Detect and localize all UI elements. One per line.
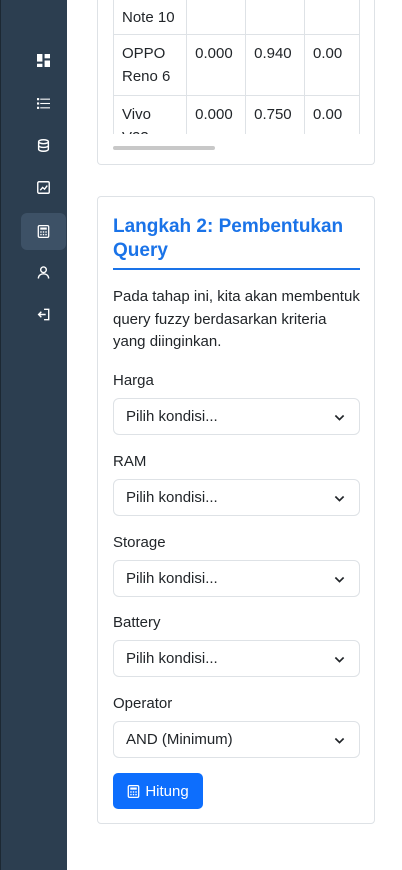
storage-label: Storage <box>113 534 166 551</box>
table-cell: 0.940 <box>245 34 306 96</box>
main-content: Note 10 OPPO Reno 6 0.000 0.940 0.00 Viv… <box>67 0 402 870</box>
query-card: Langkah 2: Pembentukan Query Pada tahap … <box>97 196 375 824</box>
chevron-down-icon <box>334 576 345 583</box>
table-row: Vivo V23 0.000 0.750 0.00 <box>113 95 360 134</box>
chart-icon <box>37 181 50 194</box>
ram-select[interactable]: Pilih kondisi... <box>113 479 360 516</box>
operator-select-value: AND (Minimum) <box>126 731 233 748</box>
chevron-down-icon <box>334 495 345 502</box>
calculator-icon <box>37 225 50 238</box>
table-cell: 0.000 <box>186 34 247 96</box>
battery-label: Battery <box>113 614 161 631</box>
storage-select[interactable]: Pilih kondisi... <box>113 560 360 597</box>
table-cell <box>304 0 360 35</box>
hitung-button[interactable]: Hitung <box>113 773 203 809</box>
table-cell: Vivo V23 <box>113 95 188 134</box>
table-cell <box>245 0 306 35</box>
harga-label: Harga <box>113 372 154 389</box>
calculator-icon <box>127 784 140 798</box>
chevron-down-icon <box>334 414 345 421</box>
results-table: Note 10 OPPO Reno 6 0.000 0.940 0.00 Viv… <box>113 0 360 134</box>
results-card: Note 10 OPPO Reno 6 0.000 0.940 0.00 Viv… <box>97 0 375 165</box>
user-icon <box>37 266 50 279</box>
nav-user[interactable] <box>21 254 66 291</box>
database-icon <box>37 139 50 152</box>
logout-icon <box>37 308 50 321</box>
nav-chart[interactable] <box>21 169 66 206</box>
table-cell: 0.750 <box>245 95 306 134</box>
results-table-wrapper[interactable]: Note 10 OPPO Reno 6 0.000 0.940 0.00 Viv… <box>113 0 360 134</box>
dashboard-icon <box>37 54 50 67</box>
table-row: OPPO Reno 6 0.000 0.940 0.00 <box>113 34 360 96</box>
sidebar <box>0 0 67 870</box>
harga-select-value: Pilih kondisi... <box>126 408 218 425</box>
table-cell: 0.00 <box>304 34 360 96</box>
nav-calculator[interactable] <box>21 213 66 250</box>
table-cell: Note 10 <box>113 0 188 35</box>
section-description: Pada tahap ini, kita akan membentuk quer… <box>113 288 360 350</box>
nav-logout[interactable] <box>21 296 66 333</box>
operator-select[interactable]: AND (Minimum) <box>113 721 360 758</box>
nav-list[interactable] <box>21 85 66 122</box>
list-icon <box>37 98 50 109</box>
hitung-button-label: Hitung <box>145 782 189 800</box>
title-underline <box>113 268 360 270</box>
table-cell: 0.000 <box>186 95 247 134</box>
chevron-down-icon <box>334 737 345 744</box>
harga-select[interactable]: Pilih kondisi... <box>113 398 360 435</box>
table-cell: OPPO Reno 6 <box>113 34 188 96</box>
operator-label: Operator <box>113 695 173 712</box>
battery-select-value: Pilih kondisi... <box>126 650 218 667</box>
horizontal-scrollbar[interactable] <box>113 146 215 150</box>
section-title: Langkah 2: Pembentukan Query <box>113 216 344 261</box>
nav-dashboard[interactable] <box>21 42 66 79</box>
ram-label: RAM <box>113 453 147 470</box>
battery-select[interactable]: Pilih kondisi... <box>113 640 360 677</box>
storage-select-value: Pilih kondisi... <box>126 570 218 587</box>
table-cell: 0.00 <box>304 95 360 134</box>
table-row: Note 10 <box>113 0 360 35</box>
nav-database[interactable] <box>21 127 66 164</box>
table-cell <box>186 0 247 35</box>
ram-select-value: Pilih kondisi... <box>126 489 218 506</box>
chevron-down-icon <box>334 656 345 663</box>
